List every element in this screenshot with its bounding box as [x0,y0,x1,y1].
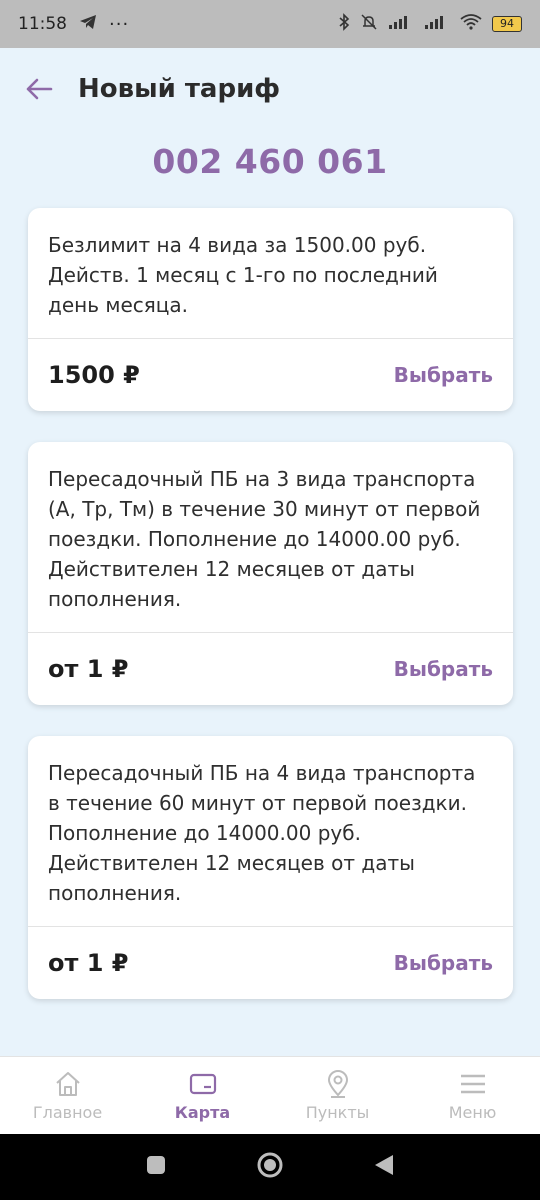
system-navigation-bar [0,1134,540,1200]
back-system-icon[interactable] [373,1153,395,1181]
transport-card-number: 002 460 061 [152,142,388,181]
tariff-description: Безлимит на 4 вида за 1500.00 руб. Дейст… [48,233,438,317]
nav-item-points[interactable]: Пункты [278,1069,398,1122]
tariff-description: Пересадочный ПБ на 3 вида транспорта (А,… [48,467,481,611]
app-header: Новый тариф [0,48,540,130]
nav-label: Карта [174,1103,231,1122]
tariff-card: Безлимит на 4 вида за 1500.00 руб. Дейст… [28,208,513,411]
bottom-navigation: Главное Карта Пункты Меню [0,1056,540,1134]
home-system-icon[interactable] [256,1151,284,1183]
recent-apps-icon[interactable] [145,1154,167,1180]
nav-label: Пункты [305,1103,370,1122]
more-notifications-icon: ··· [109,13,130,35]
signal-icon [388,14,414,34]
select-tariff-button[interactable]: Выбрать [394,951,493,975]
nav-item-card[interactable]: Карта [143,1069,263,1122]
back-arrow-icon[interactable] [24,74,54,104]
location-pin-icon [327,1070,348,1098]
bluetooth-icon [338,12,350,36]
tariff-footer: от 1 ₽ Выбрать [28,633,513,705]
wifi-icon [460,13,482,35]
tariff-price: 1500 ₽ [48,361,140,389]
nav-item-menu[interactable]: Меню [413,1069,533,1122]
home-icon [55,1072,80,1096]
select-tariff-button[interactable]: Выбрать [394,363,493,387]
tariff-card: Пересадочный ПБ на 3 вида транспорта (А,… [28,442,513,705]
nav-item-home[interactable]: Главное [8,1069,128,1122]
nav-label: Меню [448,1103,497,1122]
status-bar: 11:58 ··· 94 [0,0,540,48]
tariff-card: Пересадочный ПБ на 4 вида транспорта в т… [28,736,513,999]
telegram-icon [79,14,97,35]
tariff-description: Пересадочный ПБ на 4 вида транспорта в т… [48,761,476,905]
tariff-footer: от 1 ₽ Выбрать [28,927,513,999]
card-icon [189,1073,216,1095]
tariff-price: от 1 ₽ [48,655,129,683]
battery-icon: 94 [492,16,522,32]
signal-icon-2 [424,14,450,34]
mute-icon [360,13,378,36]
status-time: 11:58 [18,14,67,34]
menu-icon [460,1074,485,1094]
tariff-footer: 1500 ₽ Выбрать [28,339,513,411]
nav-label: Главное [32,1103,103,1122]
select-tariff-button[interactable]: Выбрать [394,657,493,681]
tariff-price: от 1 ₽ [48,949,129,977]
page-title: Новый тариф [78,74,281,104]
